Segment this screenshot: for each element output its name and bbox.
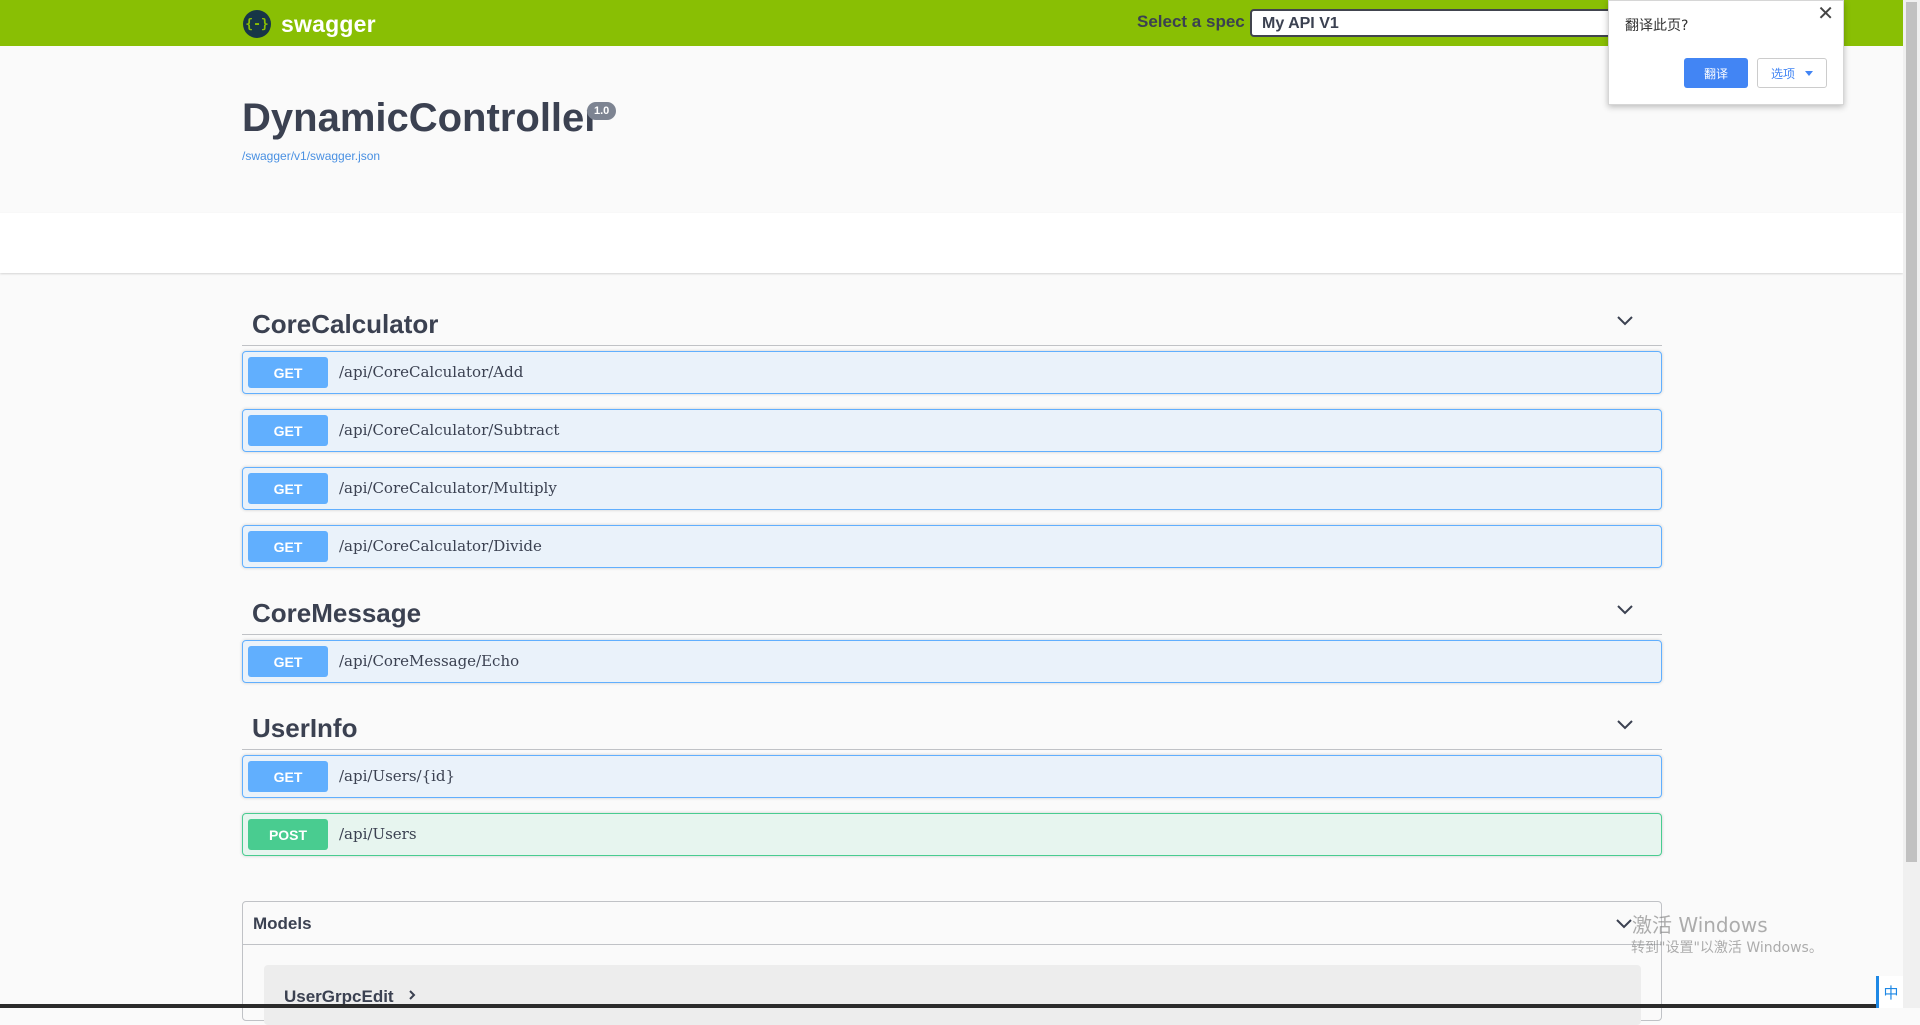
method-badge: GET <box>248 761 328 792</box>
method-badge: GET <box>248 357 328 388</box>
models-header[interactable]: Models <box>243 902 1661 945</box>
operation-get-divide[interactable]: GET /api/CoreCalculator/Divide <box>242 525 1662 568</box>
swagger-logo-text: swagger <box>281 10 376 37</box>
translate-options-label: 选项 <box>1770 66 1795 81</box>
operation-get-user-by-id[interactable]: GET /api/Users/{id} <box>242 755 1662 798</box>
operation-post-users[interactable]: POST /api/Users <box>242 813 1662 856</box>
tag-title: CoreCalculator <box>252 309 439 339</box>
method-badge: POST <box>248 819 328 850</box>
translate-popup: 翻译此页? ✕ 翻译 选项 <box>1608 0 1844 105</box>
method-badge: GET <box>248 646 328 677</box>
method-badge: GET <box>248 473 328 504</box>
operation-path: /api/CoreCalculator/Add <box>339 363 524 381</box>
method-badge: GET <box>248 415 328 446</box>
caret-down-icon <box>1805 70 1813 76</box>
models-title: Models <box>253 914 312 933</box>
windows-activation-watermark-hint: 转到"设置"以激活 Windows。 <box>1631 940 1823 956</box>
operation-get-multiply[interactable]: GET /api/CoreCalculator/Multiply <box>242 467 1662 510</box>
tag-title: CoreMessage <box>252 598 422 628</box>
spec-select-label: Select a spec <box>1137 12 1245 31</box>
operation-path: /api/CoreCalculator/Subtract <box>339 421 560 439</box>
spec-url-link[interactable]: /swagger/v1/swagger.json <box>242 149 380 163</box>
tag-header-corecalculator[interactable]: CoreCalculator <box>242 297 1662 346</box>
operation-path: /api/Users <box>339 825 417 843</box>
swagger-logo-icon: {-} <box>243 10 271 38</box>
close-icon[interactable]: ✕ <box>1817 1 1834 25</box>
translate-button[interactable]: 翻译 <box>1684 58 1748 88</box>
ime-indicator[interactable]: 中 <box>1876 976 1903 1008</box>
version-badge: 1.0 <box>587 102 617 120</box>
tag-header-userinfo[interactable]: UserInfo <box>242 701 1662 750</box>
model-item[interactable]: UserGrpcEdit <box>264 965 1641 1025</box>
tag-title: UserInfo <box>252 713 358 743</box>
chevron-right-icon <box>409 990 416 1000</box>
translate-popup-title: 翻译此页? <box>1625 18 1689 34</box>
taskbar-edge <box>0 1004 1876 1008</box>
tag-header-coremessage[interactable]: CoreMessage <box>242 586 1662 635</box>
operation-path: /api/CoreCalculator/Multiply <box>339 479 557 497</box>
models-section: Models UserGrpcEdit <box>242 901 1662 1025</box>
operation-path: /api/CoreMessage/Echo <box>339 652 520 670</box>
scheme-container <box>0 213 1903 273</box>
windows-activation-watermark-title: 激活 Windows <box>1632 913 1768 937</box>
operation-path: /api/Users/{id} <box>339 767 456 785</box>
method-badge: GET <box>248 531 328 562</box>
spec-select-dropdown[interactable]: My API V1 <box>1250 9 1670 37</box>
swagger-logo[interactable]: {-} swagger <box>243 10 376 38</box>
operation-get-subtract[interactable]: GET /api/CoreCalculator/Subtract <box>242 409 1662 452</box>
operation-path: /api/CoreCalculator/Divide <box>339 537 542 555</box>
chevron-down-icon <box>1617 605 1633 615</box>
translate-options-button[interactable]: 选项 <box>1757 58 1827 88</box>
scrollbar-thumb[interactable] <box>1906 2 1917 862</box>
operation-get-echo[interactable]: GET /api/CoreMessage/Echo <box>242 640 1662 683</box>
chevron-down-icon <box>1617 720 1633 730</box>
operation-get-add[interactable]: GET /api/CoreCalculator/Add <box>242 351 1662 394</box>
vertical-scrollbar[interactable] <box>1903 0 1920 1008</box>
chevron-down-icon <box>1616 919 1632 929</box>
api-title: DynamicController <box>242 96 600 140</box>
chevron-down-icon <box>1617 316 1633 326</box>
